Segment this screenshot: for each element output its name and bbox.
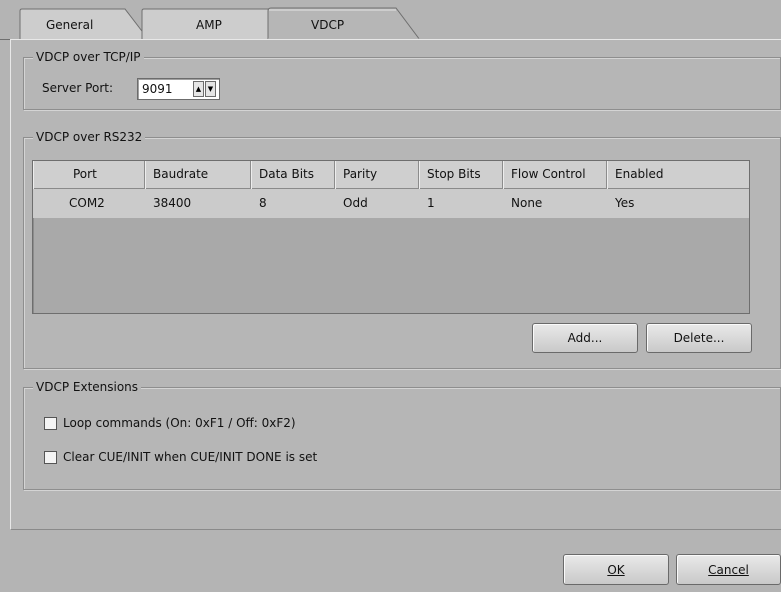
column-header-enabled[interactable]: Enabled — [607, 161, 749, 189]
cell-stop-bits: 1 — [427, 196, 435, 210]
cell-baudrate: 38400 — [153, 196, 192, 210]
cell-enabled: Yes — [615, 196, 635, 210]
tcp-group-legend: VDCP over TCP/IP — [33, 49, 144, 65]
tab-vdcp[interactable]: VDCP — [311, 18, 344, 32]
tab-strip: General AMP VDCP — [0, 0, 781, 40]
table-row[interactable]: COM2 38400 8 Odd 1 None Yes — [33, 189, 749, 218]
column-header-stop-bits[interactable]: Stop Bits — [419, 161, 503, 189]
delete-port-button[interactable]: Delete... — [646, 323, 752, 353]
table-header: Port Baudrate Data Bits Parity Stop Bits… — [33, 161, 749, 189]
cell-port: COM2 — [69, 196, 105, 210]
column-header-parity[interactable]: Parity — [335, 161, 419, 189]
tab-amp[interactable]: AMP — [196, 18, 222, 32]
loop-commands-label[interactable]: Loop commands (On: 0xF1 / Off: 0xF2) — [63, 416, 296, 430]
tab-shapes — [0, 7, 781, 40]
column-header-flow-control[interactable]: Flow Control — [503, 161, 607, 189]
ok-label: OK — [607, 562, 625, 577]
server-port-input[interactable]: 9091 — [142, 82, 173, 96]
triangle-up-icon[interactable]: ▲ — [193, 81, 204, 97]
column-header-port[interactable]: Port — [33, 161, 145, 189]
loop-commands-checkbox[interactable] — [44, 417, 57, 430]
server-port-stepper[interactable]: 9091 ▲ ▼ — [137, 78, 220, 100]
server-port-label: Server Port: — [42, 81, 113, 95]
extensions-group-legend: VDCP Extensions — [33, 379, 142, 395]
clear-cue-label[interactable]: Clear CUE/INIT when CUE/INIT DONE is set — [63, 450, 317, 464]
cancel-button[interactable]: Cancel — [676, 554, 781, 585]
ok-button[interactable]: OK — [563, 554, 669, 585]
cancel-label: Cancel — [708, 562, 749, 577]
rs232-group-legend: VDCP over RS232 — [33, 129, 146, 145]
cell-flow-control: None — [511, 196, 543, 210]
clear-cue-checkbox[interactable] — [44, 451, 57, 464]
add-port-button[interactable]: Add... — [532, 323, 638, 353]
triangle-down-icon[interactable]: ▼ — [205, 81, 216, 97]
cell-data-bits: 8 — [259, 196, 267, 210]
column-header-data-bits[interactable]: Data Bits — [251, 161, 335, 189]
cell-parity: Odd — [343, 196, 368, 210]
column-header-baudrate[interactable]: Baudrate — [145, 161, 251, 189]
extensions-group: VDCP Extensions — [23, 379, 781, 490]
rs232-port-table[interactable]: Port Baudrate Data Bits Parity Stop Bits… — [32, 160, 750, 314]
tab-general[interactable]: General — [46, 18, 93, 32]
